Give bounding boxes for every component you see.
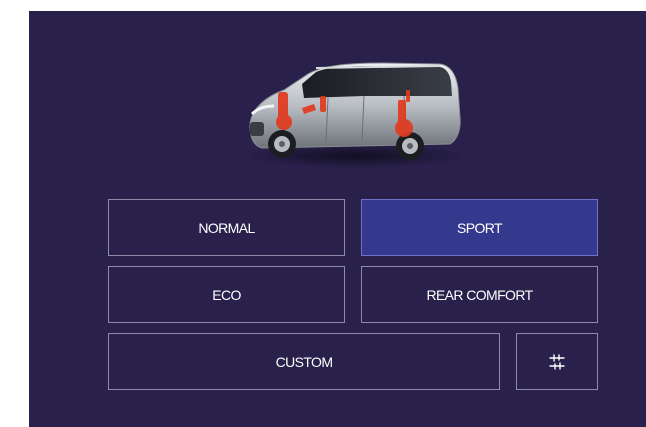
rear-comfort-mode-label: REAR COMFORT xyxy=(426,286,533,303)
sport-mode-label: SPORT xyxy=(457,219,503,236)
sport-mode-button[interactable]: SPORT xyxy=(361,199,598,256)
rear-comfort-mode-button[interactable]: REAR COMFORT xyxy=(361,266,598,323)
eco-mode-button[interactable]: ECO xyxy=(108,266,345,323)
minivan-suspension-icon xyxy=(248,62,464,168)
normal-mode-label: NORMAL xyxy=(198,219,255,236)
custom-mode-label: CUSTOM xyxy=(275,353,333,370)
sliders-icon xyxy=(549,353,565,370)
eco-mode-label: ECO xyxy=(212,286,241,303)
normal-mode-button[interactable]: NORMAL xyxy=(108,199,345,256)
custom-mode-button[interactable]: CUSTOM xyxy=(108,333,500,390)
vehicle-illustration xyxy=(244,60,466,170)
custom-settings-button[interactable] xyxy=(516,333,598,390)
